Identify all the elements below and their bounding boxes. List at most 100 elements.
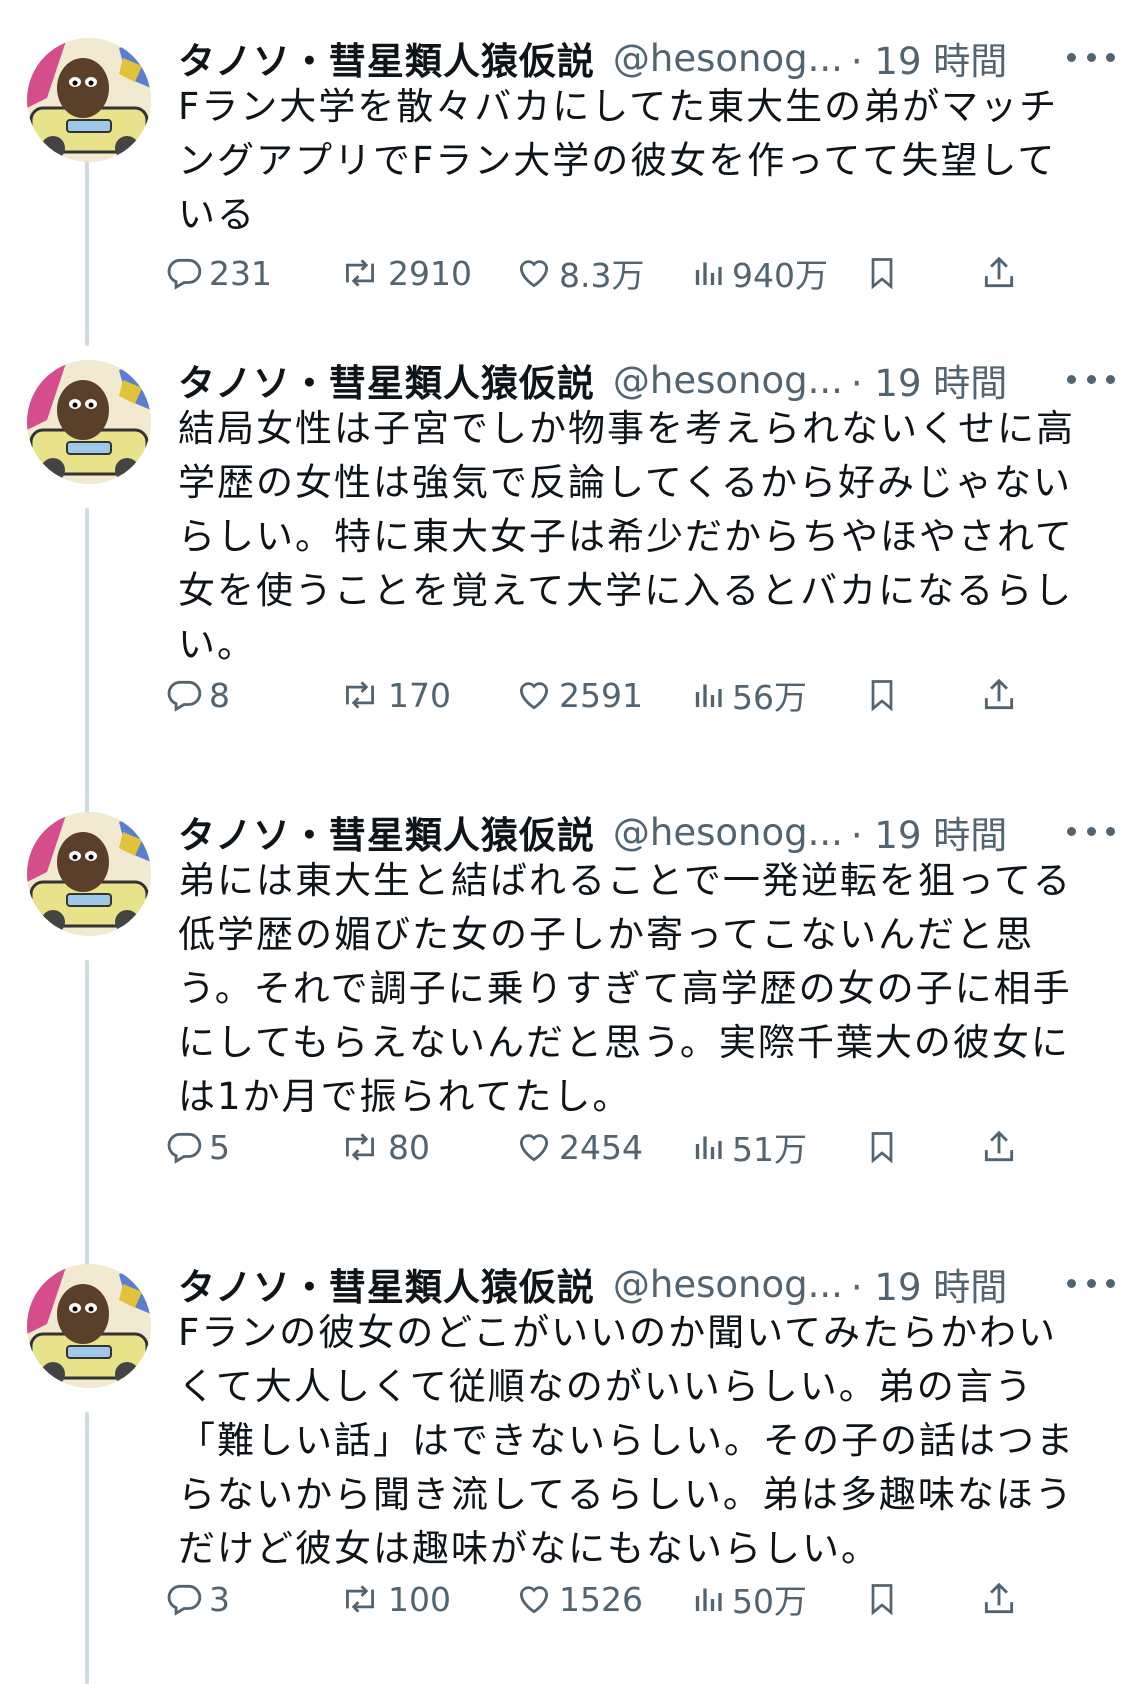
timestamp[interactable]: · 19 時間	[851, 31, 1007, 85]
share-icon	[984, 1130, 1014, 1162]
timestamp[interactable]: · 19 時間	[851, 805, 1007, 859]
bookmark-button[interactable]	[864, 1569, 900, 1629]
reply-count: 231	[209, 253, 272, 293]
reply-count: 3	[209, 1579, 230, 1619]
more-options-icon[interactable]	[1067, 364, 1115, 394]
reply-count: 8	[209, 675, 230, 715]
share-button[interactable]	[980, 243, 1018, 303]
tweet[interactable]: タノソ・彗星類人猿仮説 @hesonog... · 19 時間 結局女性は子宮で…	[0, 350, 1125, 800]
avatar[interactable]	[27, 1264, 151, 1388]
bookmark-icon	[871, 680, 893, 712]
timestamp[interactable]: · 19 時間	[851, 353, 1007, 407]
heart-icon	[519, 682, 549, 710]
tweet-text: 結局女性は子宮でしか物事を考えられないくせに高学歴の女性は強気で反論してくるから…	[178, 407, 1075, 666]
analytics-icon	[695, 684, 722, 707]
tweet-text: Fランの彼女のどこがいいのか聞いてみたらかわいくて大人しくて従順なのがいいらしい…	[178, 1311, 1075, 1570]
reply-count: 5	[209, 1127, 230, 1167]
views-button[interactable]: 50万	[690, 1569, 807, 1629]
tweet-actions: 5 80 2454 51万	[0, 1117, 1125, 1177]
share-icon	[984, 678, 1014, 710]
like-count: 8.3万	[559, 256, 645, 295]
repost-button[interactable]: 80	[338, 1117, 430, 1177]
avatar[interactable]	[27, 38, 151, 162]
share-button[interactable]	[980, 665, 1018, 725]
reply-icon	[167, 1132, 202, 1164]
reply-button[interactable]: 231	[165, 243, 272, 303]
tweet[interactable]: タノソ・彗星類人猿仮説 @hesonog... · 19 時間 Fランの彼女のど…	[0, 1254, 1125, 1684]
avatar[interactable]	[27, 360, 151, 484]
bookmark-icon	[871, 1132, 893, 1164]
heart-icon	[519, 260, 549, 288]
bookmark-icon	[871, 258, 893, 290]
analytics-icon	[695, 262, 722, 285]
tweet-header: タノソ・彗星類人猿仮説 @hesonog... · 19 時間	[178, 350, 1103, 410]
repost-count: 2910	[388, 253, 472, 293]
tweet-text: Fラン大学を散々バカにしてた東大生の弟がマッチングアプリでFラン大学の彼女を作っ…	[178, 85, 1059, 236]
repost-button[interactable]: 170	[338, 665, 451, 725]
repost-icon	[346, 1585, 374, 1613]
like-button[interactable]: 2454	[515, 1117, 643, 1177]
share-icon	[984, 256, 1014, 288]
bookmark-button[interactable]	[864, 1117, 900, 1177]
repost-button[interactable]: 100	[338, 1569, 451, 1629]
heart-icon	[519, 1134, 549, 1162]
display-name[interactable]: タノソ・彗星類人猿仮説	[178, 353, 595, 407]
tweet-actions: 3 100 1526 50万	[0, 1569, 1125, 1629]
view-count: 50万	[732, 1582, 807, 1621]
heart-icon	[519, 1586, 549, 1614]
repost-icon	[346, 1133, 374, 1161]
user-handle[interactable]: @hesonog...	[613, 359, 843, 402]
views-button[interactable]: 51万	[690, 1117, 807, 1177]
reply-icon	[167, 680, 202, 712]
more-options-icon[interactable]	[1067, 42, 1115, 72]
repost-count: 80	[388, 1127, 430, 1167]
user-handle[interactable]: @hesonog...	[613, 1263, 843, 1306]
more-options-icon[interactable]	[1067, 816, 1115, 846]
tweet-actions: 231 2910 8.3万 940万	[0, 243, 1125, 303]
share-icon	[984, 1582, 1014, 1614]
like-button[interactable]: 8.3万	[515, 243, 644, 303]
view-count: 940万	[732, 256, 828, 295]
reply-icon	[167, 258, 202, 290]
bookmark-icon	[871, 1584, 893, 1616]
view-count: 56万	[732, 678, 807, 717]
like-count: 2591	[559, 675, 643, 715]
reply-button[interactable]: 5	[165, 1117, 230, 1177]
like-button[interactable]: 2591	[515, 665, 643, 725]
display-name[interactable]: タノソ・彗星類人猿仮説	[178, 31, 595, 85]
display-name[interactable]: タノソ・彗星類人猿仮説	[178, 1257, 595, 1311]
bookmark-button[interactable]	[864, 243, 900, 303]
avatar[interactable]	[27, 812, 151, 936]
tweet[interactable]: タノソ・彗星類人猿仮説 @hesonog... · 19 時間 弟には東大生と結…	[0, 802, 1125, 1252]
repost-button[interactable]: 2910	[338, 243, 472, 303]
analytics-icon	[695, 1588, 722, 1611]
bookmark-button[interactable]	[864, 665, 900, 725]
tweet-actions: 8 170 2591 56万	[0, 665, 1125, 725]
reply-icon	[167, 1584, 202, 1616]
like-count: 2454	[559, 1127, 643, 1167]
analytics-icon	[695, 1136, 722, 1159]
display-name[interactable]: タノソ・彗星類人猿仮説	[178, 805, 595, 859]
repost-count: 170	[388, 675, 451, 715]
timestamp[interactable]: · 19 時間	[851, 1257, 1007, 1311]
view-count: 51万	[732, 1130, 807, 1169]
tweet-header: タノソ・彗星類人猿仮説 @hesonog... · 19 時間	[178, 802, 1103, 862]
repost-icon	[346, 681, 374, 709]
reply-button[interactable]: 3	[165, 1569, 230, 1629]
repost-icon	[346, 259, 374, 287]
repost-count: 100	[388, 1579, 451, 1619]
share-button[interactable]	[980, 1117, 1018, 1177]
share-button[interactable]	[980, 1569, 1018, 1629]
tweet-header: タノソ・彗星類人猿仮説 @hesonog... · 19 時間	[178, 1254, 1103, 1314]
tweet-header: タノソ・彗星類人猿仮説 @hesonog... · 19 時間	[178, 28, 1103, 88]
reply-button[interactable]: 8	[165, 665, 230, 725]
tweet-text: 弟には東大生と結ばれることで一発逆転を狙ってる低学歴の媚びた女の子しか寄ってこな…	[178, 859, 1073, 1118]
like-button[interactable]: 1526	[515, 1569, 643, 1629]
views-button[interactable]: 940万	[690, 243, 828, 303]
more-options-icon[interactable]	[1067, 1268, 1115, 1298]
tweet[interactable]: タノソ・彗星類人猿仮説 @hesonog... · 19 時間 Fラン大学を散々…	[0, 28, 1125, 348]
like-count: 1526	[559, 1579, 643, 1619]
user-handle[interactable]: @hesonog...	[613, 37, 843, 80]
user-handle[interactable]: @hesonog...	[613, 811, 843, 854]
views-button[interactable]: 56万	[690, 665, 807, 725]
